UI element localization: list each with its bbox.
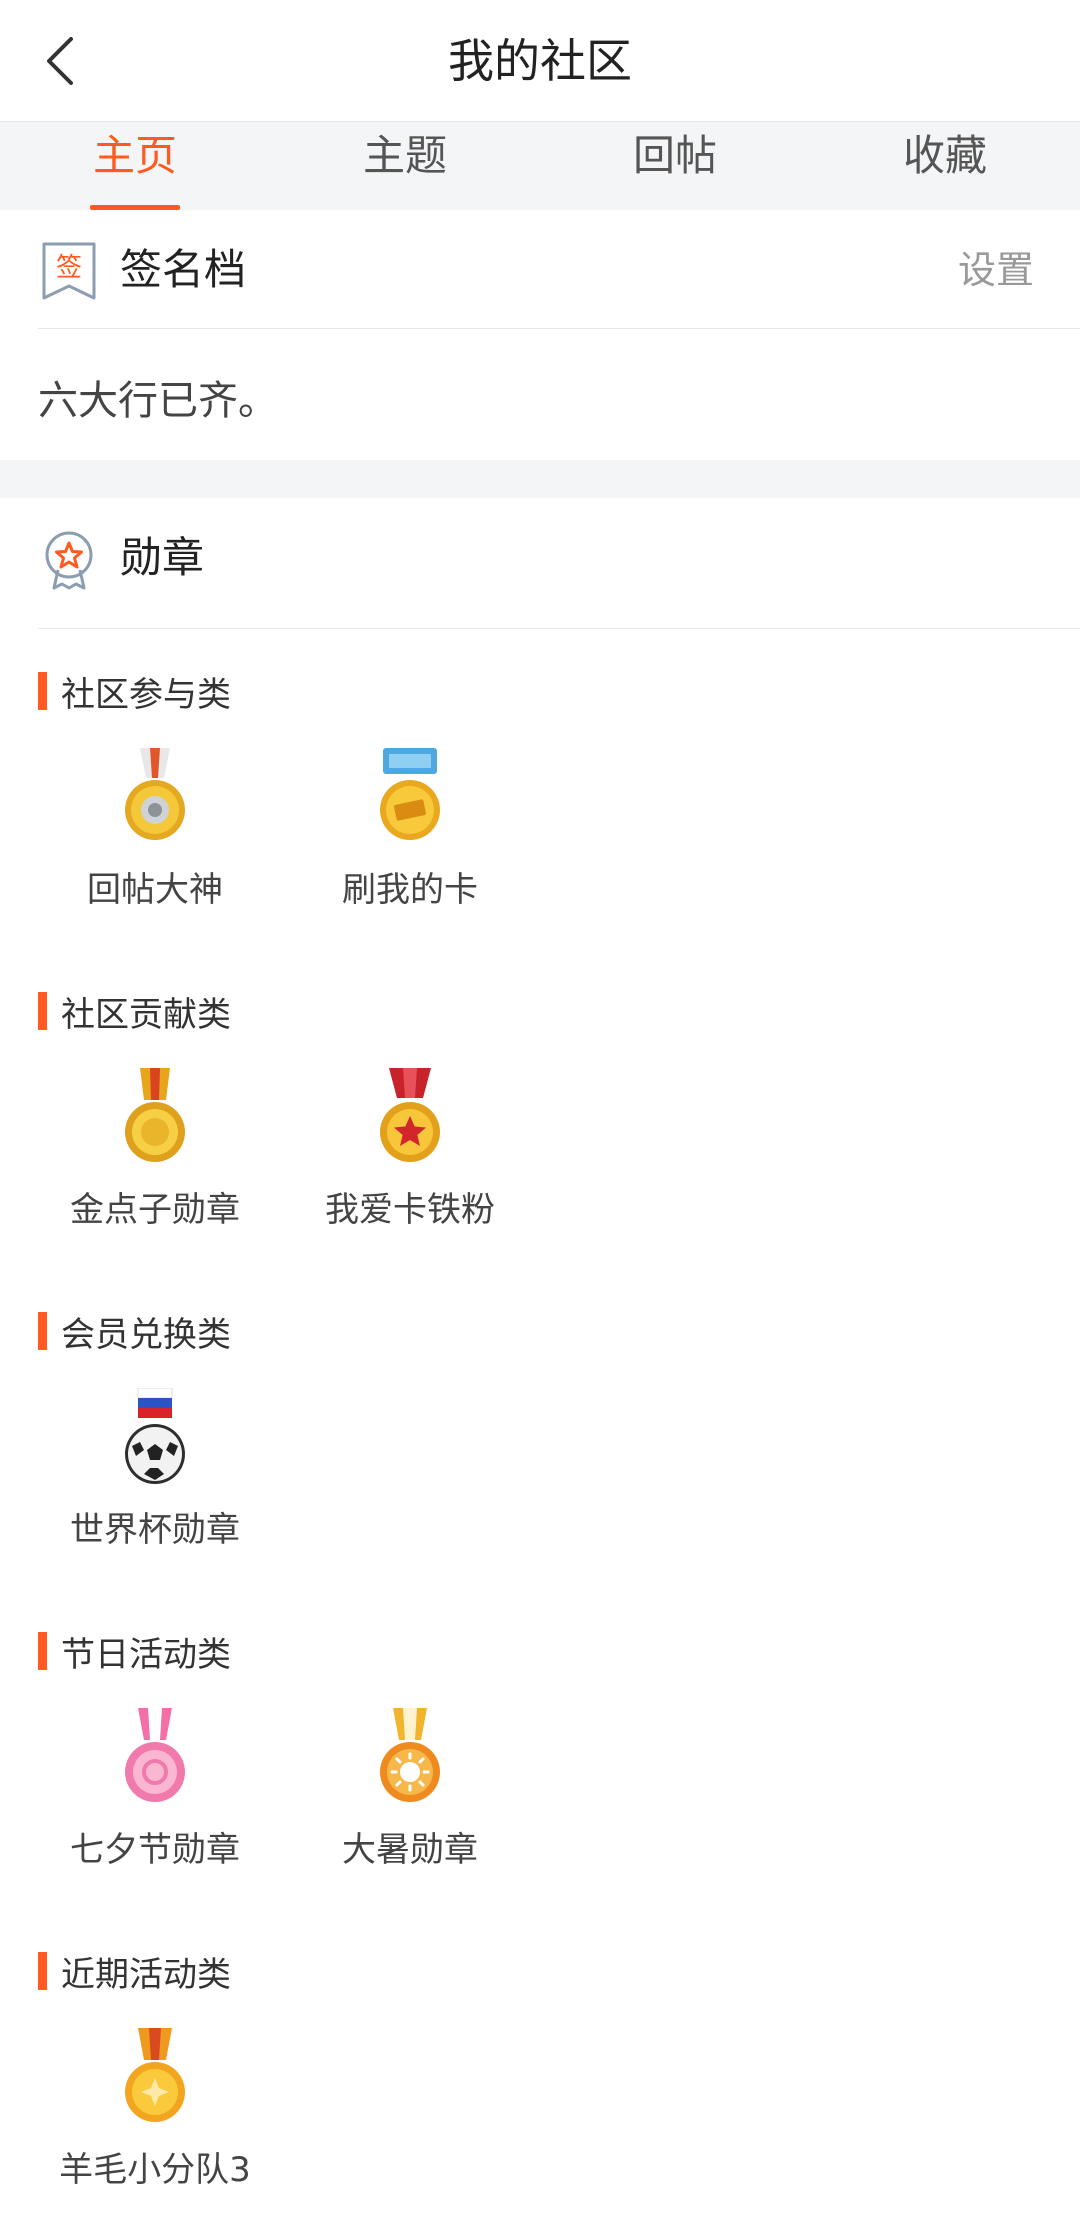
medal-item[interactable]: 刷我的卡 xyxy=(280,748,540,911)
tab-label: 回帖 xyxy=(632,131,717,180)
pink-heart-medal-icon xyxy=(125,1708,185,1802)
medal-star-icon xyxy=(45,531,93,590)
category-label: 近期活动类 xyxy=(61,1954,231,1995)
medals-title: 勋章 xyxy=(120,533,205,582)
medal-name: 大暑勋章 xyxy=(342,1830,478,1870)
tab-bar: 主页 主题 回帖 收藏 xyxy=(0,122,1080,210)
tab-label: 收藏 xyxy=(902,131,987,180)
tab-favorites[interactable]: 收藏 xyxy=(855,122,1035,210)
medal-name: 七夕节勋章 xyxy=(70,1830,240,1870)
gear-medal-icon xyxy=(125,748,185,840)
settings-link[interactable]: 设置 xyxy=(958,210,1034,330)
category-title: 社区参与类 xyxy=(38,672,231,715)
category-accent-bar xyxy=(38,992,47,1030)
sun-medal-icon xyxy=(380,1708,440,1802)
category-label: 社区参与类 xyxy=(61,674,231,715)
medal-name: 羊毛小分队3 xyxy=(59,2150,251,2190)
category-title: 近期活动类 xyxy=(38,1952,231,1995)
medals-header: 勋章 xyxy=(0,498,1080,618)
medals-section: 勋章 社区参与类 回帖大神 刷我的卡 社区贡献类 金点子勋章 我爱卡铁粉 会员兑… xyxy=(0,498,1080,2230)
medal-name: 金点子勋章 xyxy=(70,1190,240,1230)
signature-title: 签名档 xyxy=(120,245,247,294)
medal-name: 我爱卡铁粉 xyxy=(325,1190,495,1230)
medal-item[interactable]: 回帖大神 xyxy=(25,748,285,911)
category-label: 会员兑换类 xyxy=(61,1314,231,1355)
tab-replies[interactable]: 回帖 xyxy=(585,122,765,210)
signature-bookmark-icon: 签 xyxy=(42,242,96,300)
section-gap xyxy=(0,460,1080,498)
category-accent-bar xyxy=(38,1632,47,1670)
medal-item[interactable]: 我爱卡铁粉 xyxy=(280,1068,540,1231)
category-accent-bar xyxy=(38,1312,47,1350)
category-title: 会员兑换类 xyxy=(38,1312,231,1355)
signature-header: 签 签名档 设置 xyxy=(0,210,1080,330)
category-title: 社区贡献类 xyxy=(38,992,231,1035)
gold-flower-medal-icon xyxy=(125,2028,185,2122)
signature-text: 六大行已齐。 xyxy=(38,378,278,424)
signature-icon-glyph: 签 xyxy=(56,253,82,283)
gold-coin-medal-icon xyxy=(125,1068,185,1162)
tab-label: 主题 xyxy=(362,131,447,180)
tab-label: 主页 xyxy=(92,131,177,180)
soccer-ball-medal-icon xyxy=(125,1388,185,1484)
divider xyxy=(38,328,1080,329)
medal-item[interactable]: 羊毛小分队3 xyxy=(25,2028,285,2191)
medal-name: 回帖大神 xyxy=(87,870,223,910)
medal-item[interactable]: 金点子勋章 xyxy=(25,1068,285,1231)
tab-topics[interactable]: 主题 xyxy=(315,122,495,210)
category-accent-bar xyxy=(38,1952,47,1990)
category-accent-bar xyxy=(38,672,47,710)
signature-section: 签 签名档 设置 六大行已齐。 xyxy=(0,210,1080,460)
divider xyxy=(38,628,1080,629)
card-medal-icon xyxy=(380,748,440,840)
top-bar: 我的社区 xyxy=(0,0,1080,122)
page-title: 我的社区 xyxy=(448,34,632,88)
medal-item[interactable]: 七夕节勋章 xyxy=(25,1708,285,1871)
category-title: 节日活动类 xyxy=(38,1632,231,1675)
category-label: 节日活动类 xyxy=(61,1634,231,1675)
medal-name: 世界杯勋章 xyxy=(70,1510,240,1550)
medal-item[interactable]: 世界杯勋章 xyxy=(25,1388,285,1551)
red-star-medal-icon xyxy=(380,1068,440,1162)
category-label: 社区贡献类 xyxy=(61,994,231,1035)
medal-item[interactable]: 大暑勋章 xyxy=(280,1708,540,1871)
tab-home[interactable]: 主页 xyxy=(45,122,225,210)
medal-name: 刷我的卡 xyxy=(342,870,478,910)
